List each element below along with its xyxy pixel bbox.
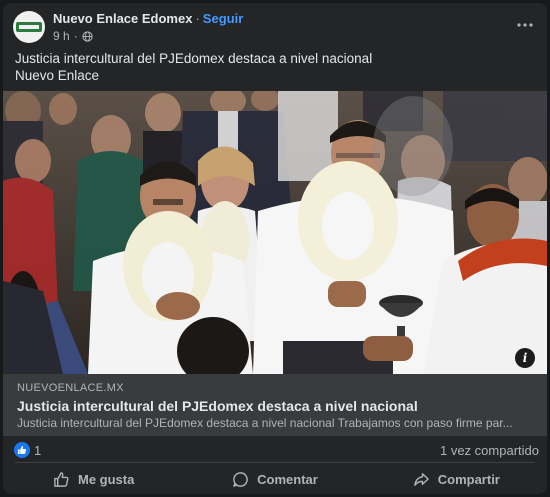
page-avatar[interactable] [13,11,45,43]
page-name-link[interactable]: Nuevo Enlace Edomex [53,11,192,26]
link-description: Justicia intercultural del PJEdomex dest… [17,416,513,430]
share-icon [413,472,429,486]
comment-button[interactable]: Comentar [184,464,365,494]
share-button[interactable]: Compartir [366,464,547,494]
link-preview[interactable]: NUEVOENLACE.MX Justicia intercultural de… [3,374,547,436]
post-header: Nuevo Enlace Edomex · Seguir 9 h · [3,3,547,47]
page-logo [16,22,42,32]
comment-icon [233,471,248,487]
like-label: Me gusta [77,471,135,487]
globe-icon [82,30,93,42]
more-dots-icon[interactable] [515,15,535,35]
like-reaction-icon[interactable] [14,442,30,458]
reaction-stats: 1 1 vez compartido [3,439,547,461]
share-count[interactable]: 1 vez compartido [440,443,539,458]
post-card: Nuevo Enlace Edomex · Seguir 9 h · Justici… [3,3,547,494]
divider [15,462,535,463]
post-text-line-1: Justicia intercultural del PJEdomex dest… [15,51,373,66]
like-button[interactable]: Me gusta [3,464,184,494]
post-text: Justicia intercultural del PJEdomex dest… [15,50,535,84]
post-image[interactable]: i [3,91,547,374]
link-domain: NUEVOENLACE.MX [17,382,124,394]
separator-dot: · [195,11,200,26]
link-title[interactable]: Justicia intercultural del PJEdomex dest… [17,398,418,414]
action-bar: Me gusta Comentar Compartir [3,464,547,494]
info-icon[interactable]: i [515,348,535,368]
follow-button[interactable]: Seguir [203,11,243,26]
comment-label: Comentar [257,471,318,487]
like-count[interactable]: 1 [34,443,41,458]
share-label: Compartir [437,471,500,487]
post-meta-dot: · [73,29,78,43]
post-author-line: Nuevo Enlace Edomex · Seguir [53,11,243,26]
ceremony-photo [3,91,547,374]
post-text-line-2: Nuevo Enlace [15,68,100,83]
post-timestamp[interactable]: 9 h [53,29,70,43]
post-meta: 9 h · [53,29,93,43]
thumbs-up-icon [54,471,69,487]
